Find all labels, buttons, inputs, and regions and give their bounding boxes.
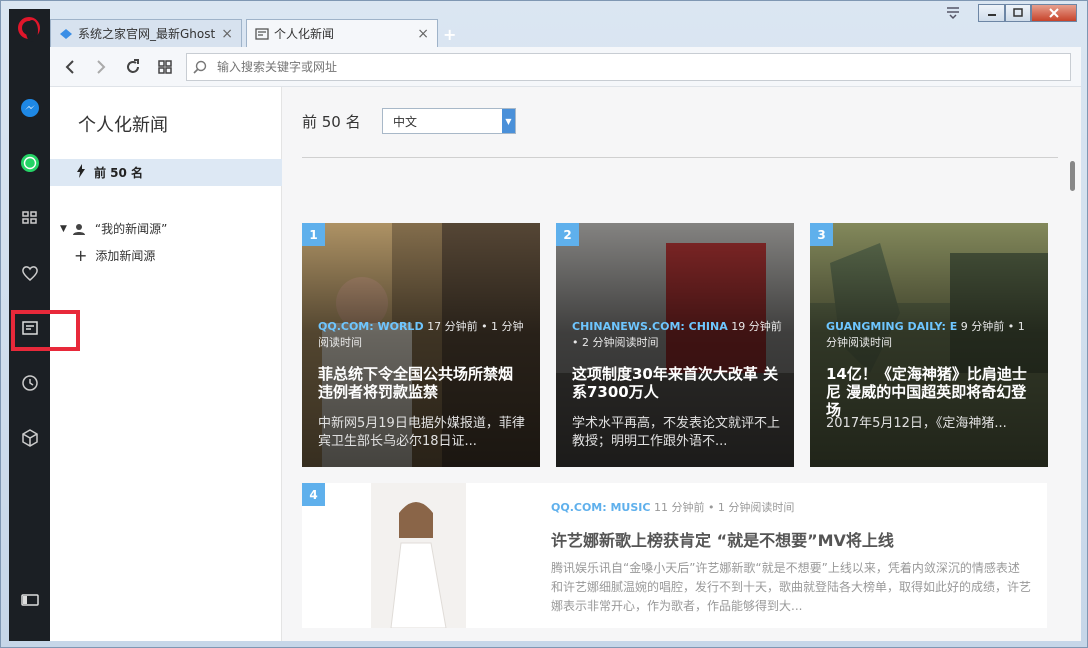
add-source-button[interactable]: + 添加新闻源 — [74, 246, 155, 265]
news-source[interactable]: CHINANEWS.COM: CHINA — [572, 320, 728, 333]
reload-button[interactable] — [123, 57, 143, 77]
whatsapp-icon[interactable] — [19, 152, 41, 174]
news-summary: 中新网5月19日电据外媒报道，菲律宾卫生部长乌必尔18日证... — [318, 416, 525, 449]
news-title[interactable]: 14亿！《定海神猪》比肩迪士尼 漫威的中国超英即将奇幻登场 — [826, 365, 1038, 419]
news-summary: 2017年5月12日，《定海神猪... — [826, 416, 1007, 431]
user-icon — [72, 223, 85, 235]
search-icon — [193, 60, 207, 74]
address-bar[interactable] — [186, 53, 1071, 81]
browser-window: 系统之家官网_最新Ghost × 个人化新闻 × + 输入搜索关键字或网址 个人… — [0, 0, 1088, 648]
new-tab-button[interactable]: + — [443, 25, 456, 44]
news-time: 11 分钟前 • 1 分钟阅读时间 — [653, 501, 795, 514]
news-title[interactable]: 许艺娜新歌上榜获肯定 “就是不想要”MV将上线 — [551, 527, 894, 551]
page-content: 个人化新闻 前 50 名 ▼ “我的新闻源” + 添加新闻源 前 50 名 中文… — [50, 87, 1081, 641]
opera-logo-icon[interactable] — [18, 17, 40, 42]
news-title[interactable]: 这项制度30年来首次大改革 关系7300万人 — [572, 365, 784, 401]
tab-news[interactable]: 个人化新闻 × — [246, 19, 438, 47]
back-button[interactable] — [60, 57, 80, 77]
tab-overview-button[interactable] — [155, 57, 175, 77]
plus-icon: + — [74, 246, 88, 265]
caret-down-icon[interactable]: ▼ — [60, 224, 67, 234]
chevron-down-icon: ▼ — [502, 109, 515, 133]
forward-button[interactable] — [91, 57, 111, 77]
news-card[interactable]: 2 CHINANEWS.COM: CHINA 19 分钟前 • 2 分钟阅读时间… — [556, 223, 794, 467]
speed-dial-icon[interactable] — [19, 207, 41, 229]
my-sources-item[interactable]: ▼ “我的新闻源” — [60, 220, 167, 237]
news-image — [371, 483, 466, 628]
sidebar-toggle-icon[interactable] — [19, 589, 41, 611]
news-source[interactable]: QQ.COM: WORLD — [318, 320, 424, 333]
news-summary: 学术水平再高，不发表论文就评不上教授；明明工作跟外语不... — [572, 416, 781, 449]
scrollbar[interactable] — [1070, 161, 1075, 191]
heart-icon[interactable] — [19, 262, 41, 284]
tab-site[interactable]: 系统之家官网_最新Ghost × — [50, 19, 242, 47]
news-card[interactable]: 3 GUANGMING DAILY: E 9 分钟前 • 1 分钟阅读时间 14… — [810, 223, 1048, 467]
search-input[interactable] — [217, 60, 1037, 74]
messenger-icon[interactable] — [19, 97, 41, 119]
lightning-icon — [76, 164, 86, 181]
news-summary: 腾讯娱乐讯自“金嗓小天后”许艺娜新歌“就是不想要”上线以来，凭着内敛深沉的情感表… — [551, 561, 1032, 613]
news-sidebar: 个人化新闻 前 50 名 ▼ “我的新闻源” + 添加新闻源 — [50, 87, 282, 641]
close-icon[interactable]: × — [221, 26, 233, 42]
section-heading: 前 50 名 — [302, 113, 361, 131]
news-source[interactable]: GUANGMING DAILY: E — [826, 320, 957, 333]
news-card[interactable]: 1 QQ.COM: WORLD 17 分钟前 • 1 分钟阅读时间 菲总统下令全… — [302, 223, 540, 467]
history-icon[interactable] — [19, 372, 41, 394]
news-icon — [255, 27, 269, 40]
news-source[interactable]: QQ.COM: MUSIC — [551, 501, 650, 514]
page-title: 个人化新闻 — [78, 115, 168, 136]
site-icon — [59, 28, 73, 40]
extensions-icon[interactable] — [19, 427, 41, 449]
address-toolbar — [50, 47, 1081, 87]
sidebar-item-top50[interactable]: 前 50 名 — [50, 159, 282, 186]
annotation-highlight — [11, 310, 80, 351]
menu-icon[interactable] — [945, 6, 961, 20]
language-select[interactable]: 中文 ▼ — [382, 108, 516, 134]
divider — [302, 157, 1058, 158]
news-card-wide[interactable]: 4 QQ.COM: MUSIC 11 分钟前 • 1 分钟阅读时间 许艺娜新歌上… — [302, 483, 1047, 628]
tab-strip: 系统之家官网_最新Ghost × 个人化新闻 × + — [50, 19, 1080, 47]
close-icon[interactable]: × — [417, 26, 429, 42]
news-main: 前 50 名 中文 ▼ 1 QQ.COM: WORLD 17 分钟前 • 1 分… — [282, 87, 1075, 641]
news-title[interactable]: 菲总统下令全国公共场所禁烟 违例者将罚款监禁 — [318, 365, 530, 401]
